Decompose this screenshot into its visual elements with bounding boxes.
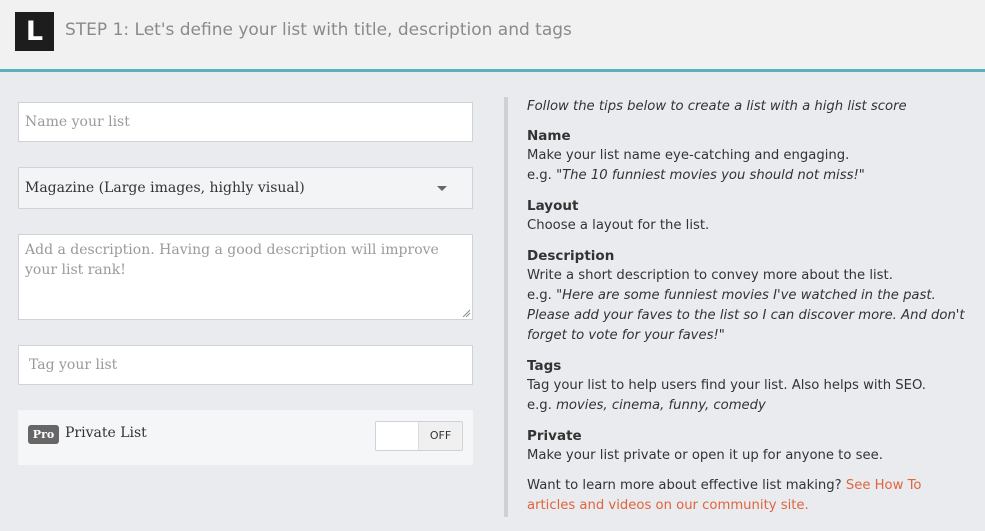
resize-grip-icon[interactable] <box>462 309 470 317</box>
tip-example-prefix: e.g. <box>527 288 557 303</box>
tip-title: Name <box>527 128 571 144</box>
layout-select-value: Magazine (Large images, highly visual) <box>25 180 305 196</box>
step-title: STEP 1: Let's define your list with titl… <box>65 20 572 40</box>
tip-title: Tags <box>527 358 562 374</box>
tips-footer: Want to learn more about effective list … <box>527 476 967 516</box>
tip-text: Make your list name eye-catching and eng… <box>527 148 850 163</box>
tips-intro: Follow the tips below to create a list w… <box>527 99 907 114</box>
private-list-label: Private List <box>65 425 147 441</box>
tip-name: Name Make your list name eye-catching an… <box>527 126 967 186</box>
tip-example-prefix: e.g. <box>527 168 557 183</box>
layout-select[interactable]: Magazine (Large images, highly visual) <box>18 167 473 209</box>
tip-title: Private <box>527 428 582 444</box>
column-divider <box>504 97 508 517</box>
tag-input[interactable]: Tag your list <box>18 345 473 385</box>
tip-example-text: "Here are some funniest movies I've watc… <box>527 288 965 343</box>
description-placeholder: Add a description. Having a good descrip… <box>25 242 439 278</box>
tip-private: Private Make your list private or open i… <box>527 426 967 466</box>
step-header: L STEP 1: Let's define your list with ti… <box>0 0 985 72</box>
tip-text: Make your list private or open it up for… <box>527 448 883 463</box>
tip-example-prefix: e.g. <box>527 398 557 413</box>
tips-panel: Follow the tips below to create a list w… <box>527 97 967 516</box>
tip-title: Layout <box>527 198 579 214</box>
chevron-down-icon <box>437 186 447 191</box>
tip-title: Description <box>527 248 615 264</box>
private-toggle[interactable]: OFF <box>375 421 463 451</box>
tip-example: e.g. "The 10 funniest movies you should … <box>527 166 967 186</box>
tip-example-text: movies, cinema, funny, comedy <box>556 398 766 413</box>
app-logo[interactable]: L <box>15 12 54 51</box>
tip-layout: Layout Choose a layout for the list. <box>527 196 967 236</box>
list-name-input[interactable]: Name your list <box>18 102 473 142</box>
private-list-row: Pro Private List OFF <box>18 410 473 465</box>
tip-example: e.g. "Here are some funniest movies I've… <box>527 286 967 346</box>
tip-text: Tag your list to help users find your li… <box>527 378 926 393</box>
tip-text: Choose a layout for the list. <box>527 218 710 233</box>
tip-example-text: "The 10 funniest movies you should not m… <box>556 168 865 183</box>
description-textarea[interactable]: Add a description. Having a good descrip… <box>18 234 473 320</box>
tip-description: Description Write a short description to… <box>527 246 967 346</box>
toggle-state-label: OFF <box>419 422 462 450</box>
toggle-knob <box>376 422 419 450</box>
pro-badge: Pro <box>28 425 59 444</box>
tip-text: Write a short description to convey more… <box>527 268 893 283</box>
tip-tags: Tags Tag your list to help users find yo… <box>527 356 967 416</box>
tip-example: e.g. movies, cinema, funny, comedy <box>527 396 967 416</box>
tips-footer-text: Want to learn more about effective list … <box>527 478 846 493</box>
